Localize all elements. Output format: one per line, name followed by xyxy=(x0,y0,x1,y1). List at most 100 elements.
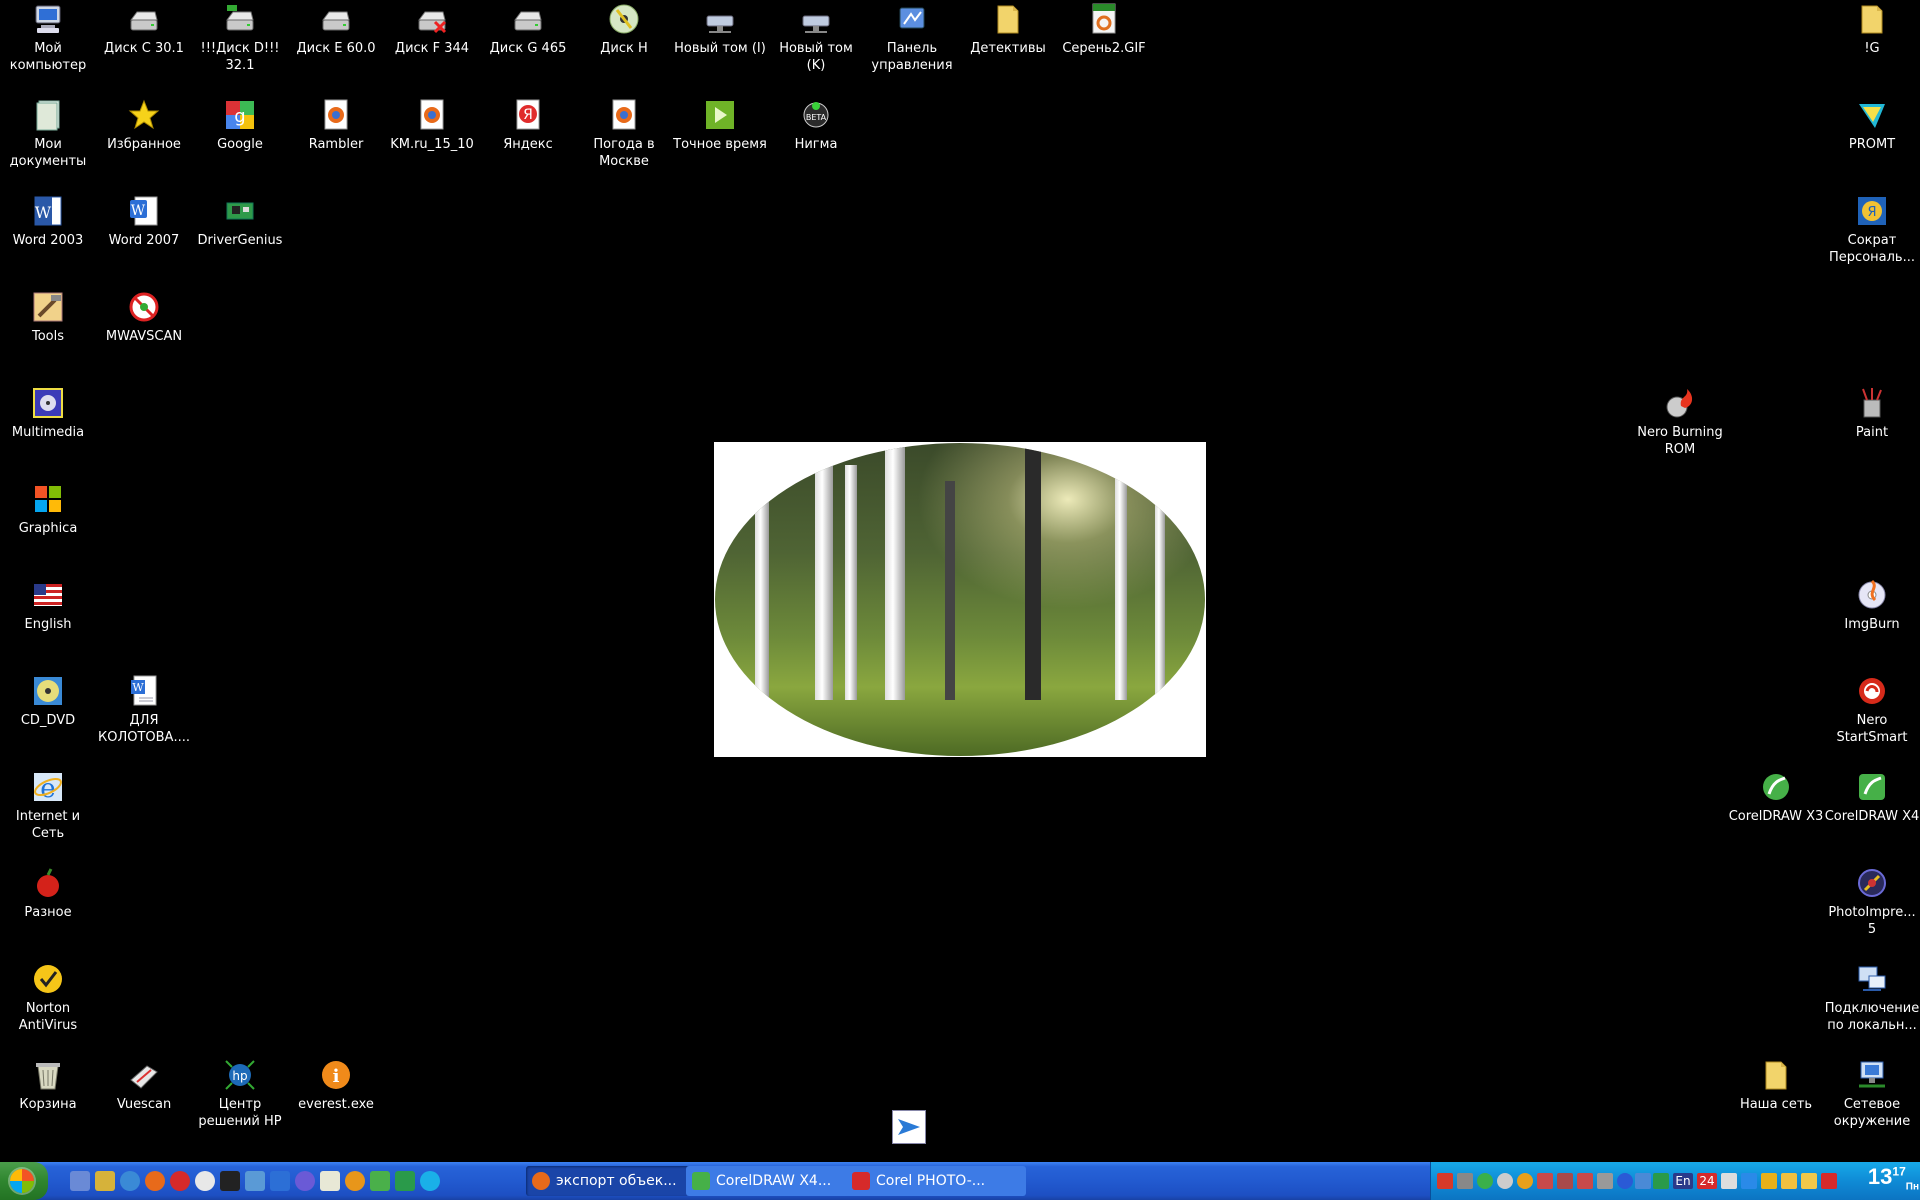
word-2003-shortcut[interactable]: W Word 2003 xyxy=(0,192,96,249)
rambler-shortcut[interactable]: Rambler xyxy=(288,96,384,153)
imgburn-shortcut[interactable]: ImgBurn xyxy=(1824,576,1920,633)
coreldraw-x3-shortcut[interactable]: CorelDRAW X3 xyxy=(1728,768,1824,825)
drivergenius-shortcut[interactable]: DriverGenius xyxy=(192,192,288,249)
multimedia-folder[interactable]: Multimedia xyxy=(0,384,96,441)
opera-icon[interactable] xyxy=(170,1171,190,1191)
folder-icon[interactable] xyxy=(1801,1173,1817,1189)
skype-icon[interactable] xyxy=(420,1171,440,1191)
recycle-bin[interactable]: Корзина xyxy=(0,1056,96,1113)
tools-folder[interactable]: Tools xyxy=(0,288,96,345)
disc-icon[interactable] xyxy=(1497,1173,1513,1189)
exact-time-shortcut[interactable]: Точное время xyxy=(672,96,768,153)
paint-shortcut[interactable]: Paint xyxy=(1824,384,1920,441)
sokrat-shortcut[interactable]: Я Сократ Персональ... xyxy=(1824,192,1920,266)
disk-f-shortcut[interactable]: Диск F 344 xyxy=(384,0,480,57)
yandex-shortcut[interactable]: Я Яндекс xyxy=(480,96,576,153)
photoimpression-shortcut[interactable]: PhotoImpre... 5 xyxy=(1824,864,1920,938)
terminal-icon[interactable] xyxy=(220,1171,240,1191)
favorites-shortcut[interactable]: Избранное xyxy=(96,96,192,153)
check-icon[interactable] xyxy=(1477,1173,1493,1189)
km-shortcut[interactable]: KM.ru_15_10 xyxy=(384,96,480,153)
bike-icon[interactable] xyxy=(1457,1173,1473,1189)
monitor-icon[interactable] xyxy=(1741,1173,1757,1189)
firefox-icon[interactable] xyxy=(145,1171,165,1191)
word-2007-shortcut[interactable]: W Word 2007 xyxy=(96,192,192,249)
graphica-folder[interactable]: Graphica xyxy=(0,480,96,537)
tools-icon[interactable] xyxy=(95,1171,115,1191)
start-button[interactable] xyxy=(0,1162,48,1200)
raznoe-folder[interactable]: Разное xyxy=(0,864,96,921)
google-shortcut[interactable]: g Google xyxy=(192,96,288,153)
network-connection-icon xyxy=(1855,962,1889,996)
show-desktop-icon[interactable] xyxy=(70,1171,90,1191)
ig-folder[interactable]: !G xyxy=(1824,0,1920,57)
norton-antivirus-shortcut[interactable]: Norton AntiVirus xyxy=(0,960,96,1034)
network-icon[interactable] xyxy=(1597,1173,1613,1189)
taskbar-button-corel-photo[interactable]: Corel PHOTO-... xyxy=(846,1166,1026,1196)
vuescan-shortcut[interactable]: Vuescan xyxy=(96,1056,192,1113)
detectives-folder[interactable]: Детективы xyxy=(960,0,1056,57)
coreldraw-x4-shortcut[interactable]: CorelDRAW X4 xyxy=(1824,768,1920,825)
volume-i-shortcut[interactable]: Новый том (I) xyxy=(672,0,768,57)
mwavscan-shortcut[interactable]: MWAVSCAN xyxy=(96,288,192,345)
nigma-shortcut[interactable]: BETA Нигма xyxy=(768,96,864,153)
ubuntu-icon[interactable] xyxy=(345,1171,365,1191)
taskbar-button-coreldraw[interactable]: CorelDRAW X4... xyxy=(686,1166,866,1196)
search-icon[interactable] xyxy=(295,1171,315,1191)
internet-folder[interactable]: e Internet и Сеть xyxy=(0,768,96,842)
disk-c-shortcut[interactable]: Диск С 30.1 xyxy=(96,0,192,57)
norton-icon[interactable] xyxy=(1517,1173,1533,1189)
monitor-icon[interactable] xyxy=(245,1171,265,1191)
disk-d-shortcut[interactable]: !!!Диск D!!! 32.1 xyxy=(192,0,288,74)
usb-icon[interactable] xyxy=(1635,1173,1651,1189)
our-network-folder[interactable]: Наша сеть xyxy=(1728,1056,1824,1113)
promt-shortcut[interactable]: PROMT xyxy=(1824,96,1920,153)
control-panel-shortcut[interactable]: Панель управления xyxy=(864,0,960,74)
hp-center-shortcut[interactable]: hp Центр решений HP xyxy=(192,1056,288,1130)
device-icon[interactable] xyxy=(1537,1173,1553,1189)
disk-g-shortcut[interactable]: Диск G 465 xyxy=(480,0,576,57)
birch-trunk xyxy=(1115,449,1127,700)
disk-h-shortcut[interactable]: Диск H xyxy=(576,0,672,57)
disk-e-shortcut[interactable]: Диск Е 60.0 xyxy=(288,0,384,57)
english-folder[interactable]: English xyxy=(0,576,96,633)
sokrat-dictionary-icon: Я xyxy=(1855,194,1889,228)
taskbar-button-export[interactable]: экспорт объек... xyxy=(526,1166,702,1196)
nero-burning-rom-shortcut[interactable]: Nero Burning ROM xyxy=(1632,384,1728,458)
dlya-kolotova-file[interactable]: W ДЛЯ КОЛОТОВА.... xyxy=(96,672,192,746)
document-icon[interactable] xyxy=(320,1171,340,1191)
network-icon[interactable] xyxy=(1577,1173,1593,1189)
pencil-icon[interactable] xyxy=(1761,1173,1777,1189)
wand-icon[interactable] xyxy=(1781,1173,1797,1189)
nero-startsmart-shortcut[interactable]: Nero StartSmart xyxy=(1824,672,1920,746)
volume-icon[interactable] xyxy=(1721,1173,1737,1189)
my-computer-shortcut[interactable]: Мой компьютер xyxy=(0,0,96,74)
h-app-icon[interactable] xyxy=(395,1171,415,1191)
clock[interactable]: 1317Пн xyxy=(1868,1164,1919,1192)
language-indicator[interactable]: En xyxy=(1673,1173,1693,1189)
weather-shortcut[interactable]: Погода в Москве xyxy=(576,96,672,170)
send-shortcut-icon[interactable] xyxy=(892,1110,926,1144)
network-drive-icon xyxy=(703,2,737,36)
everest-exe[interactable]: i everest.exe xyxy=(288,1056,384,1113)
my-documents-shortcut[interactable]: Мои документы xyxy=(0,96,96,170)
windows-logo-icon xyxy=(31,482,65,516)
word-icon[interactable] xyxy=(270,1171,290,1191)
lan-connection-shortcut[interactable]: Подключение по локальн... xyxy=(1824,960,1920,1034)
calendar-badge[interactable]: 24 xyxy=(1697,1173,1717,1189)
volume-k-shortcut[interactable]: Новый том (K) xyxy=(768,0,864,74)
keyboard-icon[interactable] xyxy=(1653,1173,1669,1189)
safely-remove-icon[interactable] xyxy=(1821,1173,1837,1189)
photo-viewer-icon[interactable] xyxy=(370,1171,390,1191)
taskbar: экспорт объек... CorelDRAW X4... Corel P… xyxy=(0,1162,1920,1200)
cd-dvd-folder[interactable]: CD_DVD xyxy=(0,672,96,729)
pdf-icon[interactable] xyxy=(1437,1173,1453,1189)
media-player-icon[interactable] xyxy=(195,1171,215,1191)
serenj-gif-file[interactable]: Серень2.GIF xyxy=(1056,0,1152,57)
svg-text:Я: Я xyxy=(1867,205,1876,220)
network-places-shortcut[interactable]: Сетевое окружение xyxy=(1824,1056,1920,1130)
device-icon[interactable] xyxy=(1557,1173,1573,1189)
svg-text:hp: hp xyxy=(232,1069,247,1083)
bluetooth-icon[interactable] xyxy=(1617,1173,1633,1189)
internet-explorer-icon[interactable] xyxy=(120,1171,140,1191)
